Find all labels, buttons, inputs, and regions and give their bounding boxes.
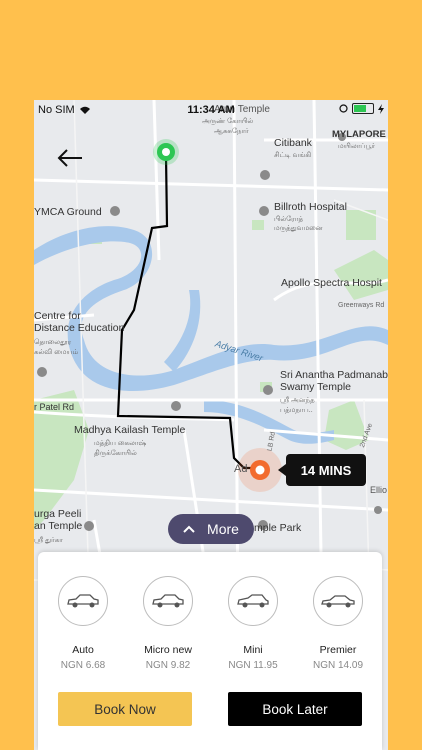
map-label: Madhya Kailash Temple	[74, 424, 186, 436]
ride-options-sheet: Auto NGN 6.68 Micro new NGN 9.82 Mini NG…	[38, 552, 382, 750]
more-label: More	[207, 521, 239, 537]
phone-screen: Arun Temple அருண் கோயில் ஆசுசுநோர் MYLAP…	[34, 100, 388, 750]
arrow-left-icon	[57, 149, 82, 167]
map-label: திருக்கோயில்	[94, 450, 137, 457]
map-label: ஸ்ரீ துர்கா	[34, 537, 63, 544]
car-icon-circle	[228, 576, 278, 626]
car-icon-circle	[143, 576, 193, 626]
ride-option-mini[interactable]: Mini NGN 11.95	[218, 576, 288, 671]
map-label: மயிலாப்பூர்	[338, 143, 376, 150]
map-label: மருத்துவமனை	[274, 225, 323, 232]
map-label: an Temple	[34, 520, 83, 532]
map-label: பத்மநாப..	[280, 407, 313, 414]
map-label: Ellio	[370, 485, 388, 495]
map-label: Centre for	[34, 310, 81, 322]
ride-name: Auto	[72, 644, 94, 656]
battery-icon	[352, 103, 374, 114]
car-icon	[237, 594, 269, 608]
car-icon	[67, 594, 99, 608]
map-label: Citibank	[274, 137, 312, 149]
map-label: mple Park	[254, 522, 302, 534]
eta-badge: 14 MINS	[278, 454, 366, 486]
ride-name: Mini	[243, 644, 263, 656]
map-label: YMCA Ground	[34, 206, 102, 218]
book-now-button[interactable]: Book Now	[58, 692, 192, 726]
lock-rotation-icon	[339, 104, 348, 113]
charging-icon	[378, 103, 384, 114]
map-label: Greenways Rd	[338, 302, 385, 309]
map-label: Ad	[234, 463, 248, 475]
map-label: urga Peeli	[34, 508, 82, 520]
map-label: r Patel Rd	[34, 402, 75, 412]
ride-name: Premier	[319, 644, 357, 656]
status-bar: No SIM 11:34 AM	[34, 100, 388, 120]
ride-price: NGN 9.82	[145, 660, 191, 671]
map-label: கல்வி மையம்	[34, 349, 79, 356]
car-icon-circle	[58, 576, 108, 626]
ride-option-premier[interactable]: Premier NGN 14.09	[303, 576, 373, 671]
park-area	[252, 220, 264, 230]
map-label: Sri Anantha Padmanab	[280, 369, 388, 381]
ride-price: NGN 14.09	[312, 660, 364, 671]
map-label: MYLAPORE	[332, 129, 386, 140]
ride-option-micro[interactable]: Micro new NGN 9.82	[133, 576, 203, 671]
map-label: Swamy Temple	[280, 381, 351, 393]
map-label: சிட்டி வங்கி	[274, 152, 312, 159]
chevron-up-icon	[183, 525, 195, 533]
status-time: 11:34 AM	[187, 104, 235, 116]
map-label: Apollo Spectra Hospit	[281, 277, 382, 289]
back-button[interactable]	[56, 146, 84, 170]
map-label: Distance Education	[34, 322, 125, 334]
more-button[interactable]: More	[168, 514, 254, 544]
ride-price: NGN 6.68	[60, 660, 106, 671]
car-icon	[152, 594, 184, 608]
book-later-button[interactable]: Book Later	[228, 692, 362, 726]
ride-name: Micro new	[144, 644, 192, 656]
map-label: Billroth Hospital	[274, 201, 347, 213]
map-label: ஆசுசுநோர்	[214, 128, 249, 135]
car-icon-circle	[313, 576, 363, 626]
ride-option-auto[interactable]: Auto NGN 6.68	[48, 576, 118, 671]
car-icon	[321, 595, 355, 608]
ride-price: NGN 11.95	[228, 660, 278, 671]
